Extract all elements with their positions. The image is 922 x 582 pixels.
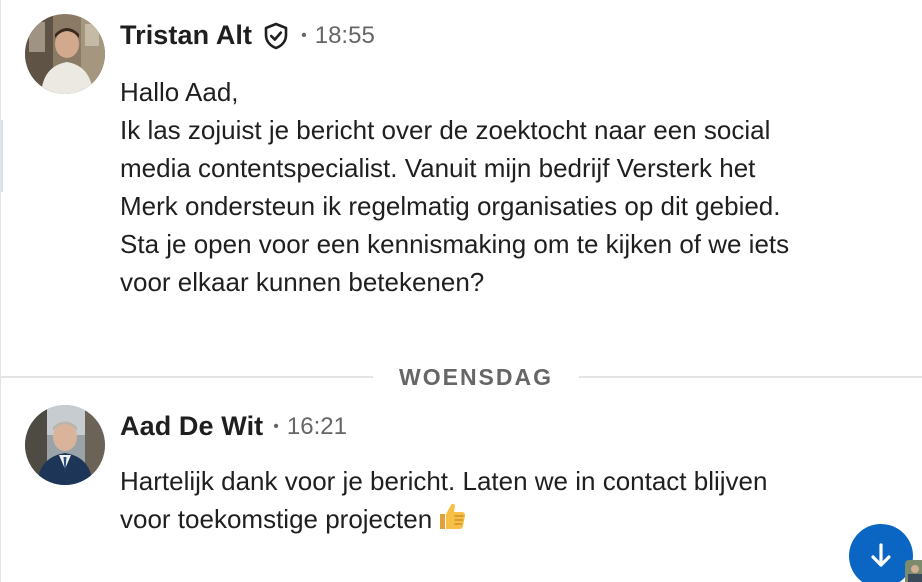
message-time: 18:55: [314, 21, 375, 49]
divider-line: [579, 376, 922, 378]
divider-line: [1, 376, 373, 378]
message-text: Ik las zojuist je bericht over de zoekto…: [120, 115, 790, 297]
message-body: Hallo Aad, Ik las zojuist je bericht ove…: [120, 73, 820, 301]
separator-dot: •: [273, 417, 279, 435]
scroll-down-button[interactable]: [849, 524, 913, 582]
partial-avatar-thumbnail: [905, 560, 922, 582]
message-greeting: Hallo Aad,: [120, 77, 239, 107]
sender-name[interactable]: Tristan Alt: [120, 20, 252, 51]
message-thread: Tristan Alt • 18:55 Hallo Aad, Ik las zo…: [0, 0, 922, 582]
message-body: Hartelijk dank voor je bericht. Laten we…: [120, 462, 820, 538]
message-header: Aad De Wit • 16:21: [120, 411, 347, 442]
date-divider: WOENSDAG: [1, 362, 922, 392]
message-header: Tristan Alt • 18:55: [120, 20, 375, 51]
separator-dot: •: [301, 26, 307, 44]
message-text-wrap: Hartelijk dank voor je bericht. Laten we…: [120, 462, 820, 538]
arrow-down-icon: [871, 543, 891, 567]
verified-shield-icon: [261, 21, 291, 51]
thread-edge-mark: [1, 120, 9, 192]
sender-avatar[interactable]: [25, 405, 105, 485]
message-time: 16:21: [286, 412, 347, 440]
date-divider-label: WOENSDAG: [399, 364, 553, 390]
sender-avatar[interactable]: [25, 14, 105, 94]
thumbs-up-icon: [436, 500, 468, 532]
sender-name[interactable]: Aad De Wit: [120, 411, 263, 442]
